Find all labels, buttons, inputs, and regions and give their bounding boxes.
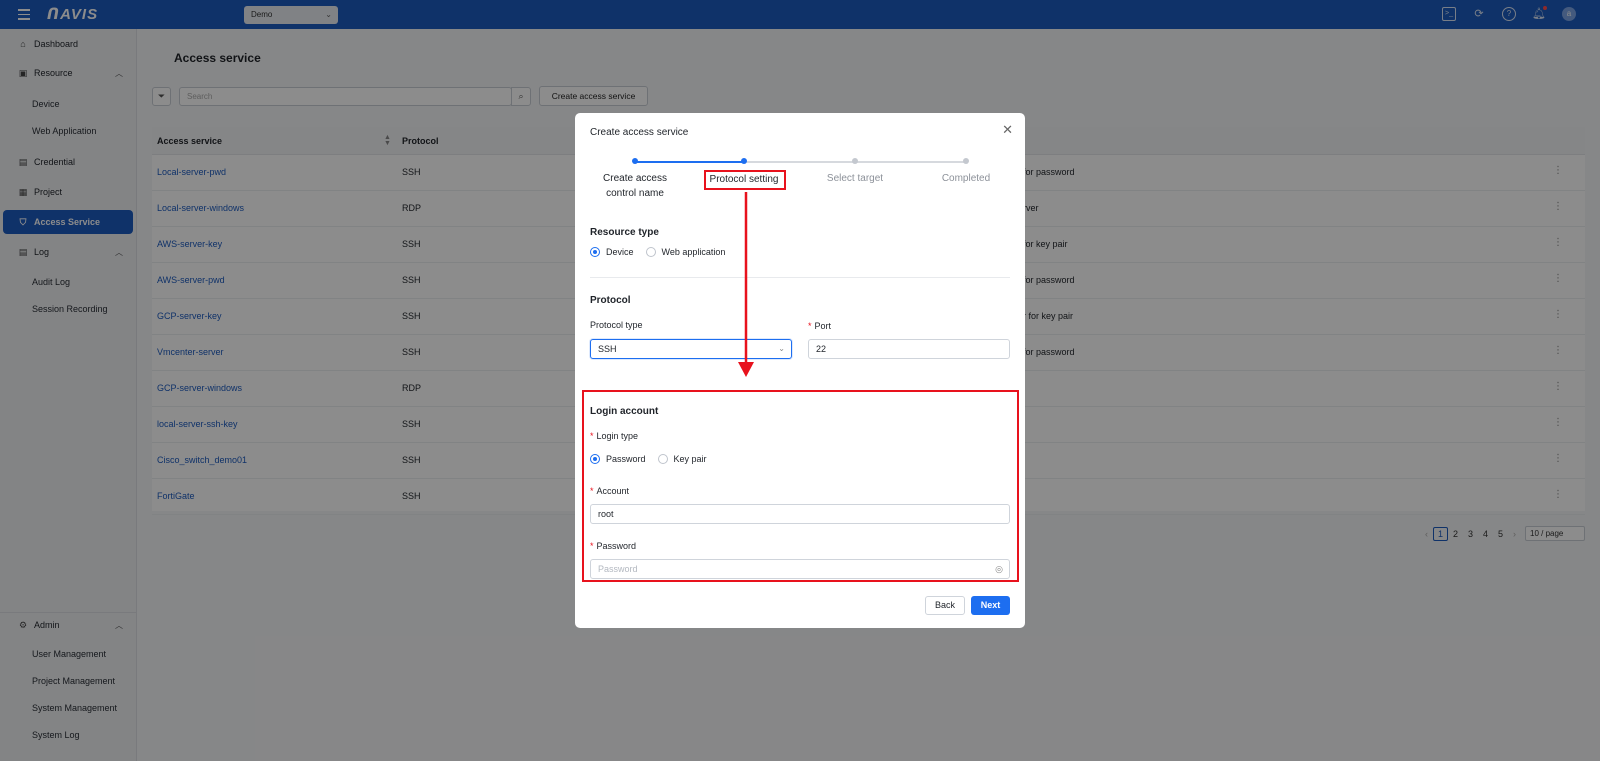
login-type-radios: Password Key pair bbox=[590, 454, 707, 464]
login-account-highlight-box bbox=[582, 390, 1019, 582]
port-label: * Port bbox=[808, 321, 832, 331]
login-account-title: Login account bbox=[590, 406, 659, 417]
resource-type-radios: Device Web application bbox=[590, 247, 725, 257]
step-3-label: Select target bbox=[826, 173, 884, 184]
radio-device-label: Device bbox=[606, 247, 634, 257]
port-field[interactable]: 22 bbox=[808, 339, 1010, 359]
step-connector-done bbox=[635, 161, 743, 163]
back-button[interactable]: Back bbox=[925, 596, 965, 615]
protocol-type-value: SSH bbox=[598, 344, 617, 354]
close-icon[interactable]: ✕ bbox=[1002, 122, 1013, 138]
eye-off-icon[interactable]: ◎ bbox=[995, 560, 1003, 578]
protocol-type-label: Protocol type bbox=[590, 320, 643, 330]
step-dot-1 bbox=[632, 158, 638, 164]
password-label: * Password bbox=[590, 541, 637, 551]
step-1-line-2: control name bbox=[606, 188, 664, 199]
radio-web-application-label: Web application bbox=[661, 247, 726, 257]
radio-key-pair-label: Key pair bbox=[673, 454, 707, 464]
login-type-label: * Login type bbox=[590, 431, 639, 441]
radio-web-application[interactable] bbox=[645, 247, 656, 257]
step-highlight-box bbox=[704, 170, 786, 190]
account-field[interactable]: root bbox=[590, 504, 1010, 524]
step-4-label: Completed bbox=[941, 173, 991, 184]
password-placeholder: Password bbox=[598, 564, 638, 574]
account-label-text: Account bbox=[596, 486, 630, 496]
create-access-service-modal: Create access service ✕ Create access co… bbox=[575, 113, 1025, 628]
radio-password[interactable] bbox=[590, 454, 600, 464]
account-label: * Account bbox=[590, 486, 630, 496]
step-1-line-1: Create access bbox=[603, 173, 667, 184]
resource-type-title: Resource type bbox=[590, 227, 659, 238]
protocol-type-select[interactable]: SSH ⌄ bbox=[590, 339, 792, 359]
divider bbox=[590, 277, 1010, 278]
radio-password-label: Password bbox=[606, 454, 646, 464]
login-type-label-text: Login type bbox=[596, 431, 639, 441]
password-field[interactable]: Password ◎ bbox=[590, 559, 1010, 579]
port-label-text: Port bbox=[814, 321, 832, 331]
radio-key-pair[interactable] bbox=[657, 454, 668, 464]
protocol-title: Protocol bbox=[590, 295, 631, 306]
step-dot-3 bbox=[852, 158, 858, 164]
radio-device[interactable] bbox=[590, 247, 600, 257]
step-dot-4 bbox=[963, 158, 969, 164]
chevron-down-icon: ⌄ bbox=[778, 344, 785, 353]
modal-title: Create access service bbox=[590, 127, 689, 138]
step-dot-2 bbox=[741, 158, 747, 164]
next-button[interactable]: Next bbox=[971, 596, 1010, 615]
step-1-label: Create access control name bbox=[585, 171, 685, 201]
password-label-text: Password bbox=[596, 541, 637, 551]
